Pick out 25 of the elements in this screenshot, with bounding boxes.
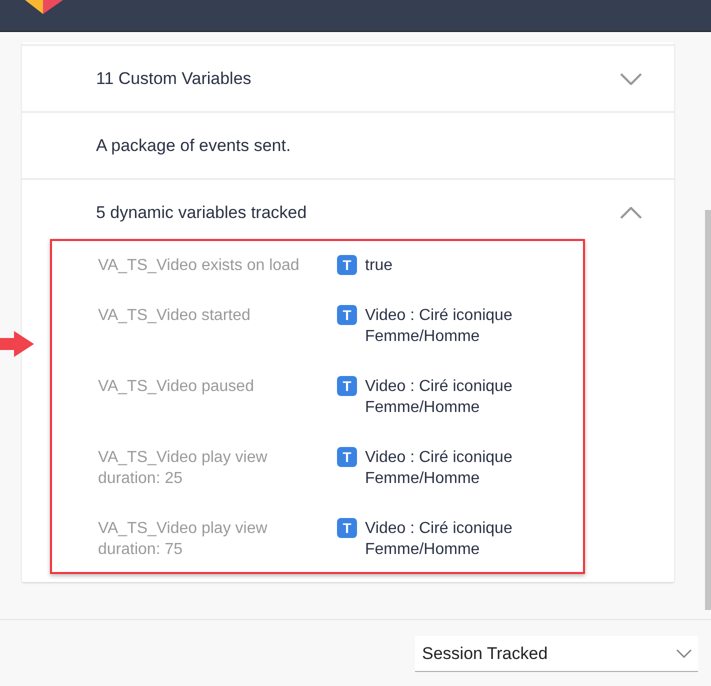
variable-value: Video : Ciré iconique Femme/Homme [365,519,514,560]
arrow-icon [0,331,34,357]
type-badge: T [337,447,357,467]
section-title: 5 dynamic variables tracked [96,202,307,222]
variable-name: VA_TS_Video started [98,306,252,326]
variable-value: true [365,256,394,276]
variable-name: VA_TS_Video play view duration: 25 [98,448,268,489]
type-badge: T [337,255,357,275]
section-title: 11 Custom Variables [96,68,252,88]
variable-value: Video : Ciré iconique Femme/Homme [365,306,514,347]
type-badge: T [337,518,357,538]
type-badge: T [337,305,357,325]
variable-value: Video : Ciré iconique Femme/Homme [365,377,514,418]
variable-value: Video : Ciré iconique Femme/Homme [365,448,514,489]
variable-name: VA_TS_Video play view duration: 75 [98,519,268,560]
section-title: A package of events sent. [96,136,291,156]
chevron-down-icon [676,649,692,658]
session-dropdown[interactable]: Session Tracked [415,636,698,672]
type-badge: T [337,376,357,396]
logo-icon [25,0,63,14]
chevron-down-icon[interactable] [620,72,642,84]
chevron-up-icon[interactable] [620,206,642,218]
scrollbar[interactable] [705,210,711,610]
variable-name: VA_TS_Video paused [98,377,255,397]
variable-name: VA_TS_Video exists on load [98,256,300,276]
